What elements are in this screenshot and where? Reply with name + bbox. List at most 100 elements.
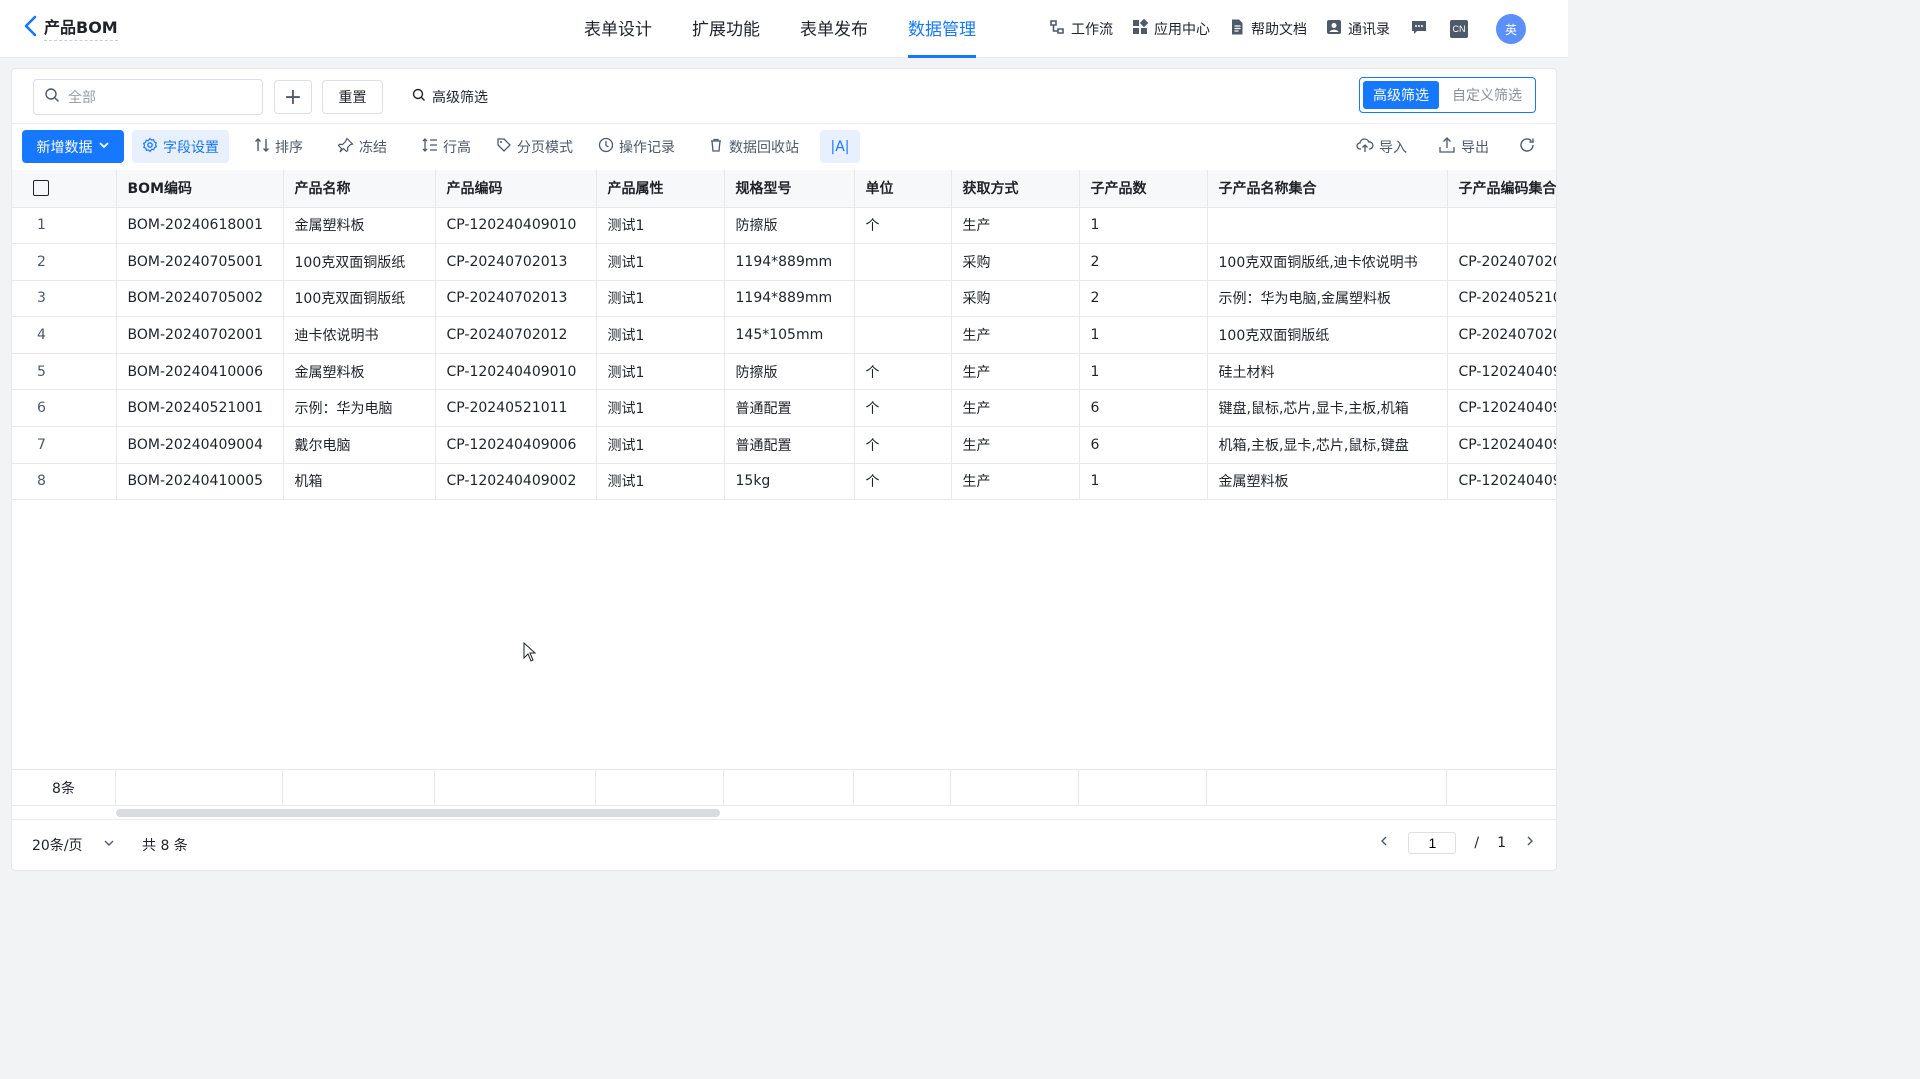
table-cell[interactable]: 机箱 [283, 463, 436, 501]
table-cell[interactable]: 迪卡侬说明书 [283, 316, 436, 354]
table-cell[interactable]: 金属塑料板 [1207, 463, 1448, 501]
search-input[interactable] [68, 89, 238, 105]
operation-log-button[interactable]: 操作记录 [588, 130, 685, 163]
table-cell[interactable]: 防擦版 [724, 207, 855, 245]
table-cell[interactable]: 生产 [951, 353, 1080, 391]
table-cell[interactable]: 6 [1079, 389, 1208, 428]
add-filter-button[interactable]: + [274, 80, 312, 114]
table-cell[interactable]: 测试1 [596, 207, 725, 245]
row-index[interactable]: 8 [12, 463, 117, 501]
row-index[interactable]: 2 [12, 243, 117, 281]
table-cell[interactable]: 示例：华为电脑,金属塑料板 [1207, 280, 1448, 318]
table-cell[interactable]: 100克双面铜版纸,迪卡侬说明书 [1207, 243, 1448, 281]
table-cell[interactable]: 1 [1079, 353, 1208, 391]
table-cell[interactable]: BOM-20240410006 [116, 353, 284, 391]
table-cell[interactable]: BOM-20240618001 [116, 207, 284, 245]
table-cell[interactable] [854, 316, 952, 354]
table-cell[interactable]: CP-20240521011 [435, 389, 597, 428]
table-cell[interactable]: 测试1 [596, 316, 725, 354]
table-cell[interactable]: 生产 [951, 207, 1080, 245]
table-cell[interactable]: 测试1 [596, 353, 725, 391]
tab-form-design[interactable]: 表单设计 [564, 0, 672, 58]
table-cell[interactable]: 防擦版 [724, 353, 855, 391]
table-cell[interactable]: 测试1 [596, 426, 725, 464]
export-button[interactable]: 导出 [1438, 130, 1489, 163]
row-height-button[interactable]: 行高 [412, 130, 481, 163]
table-cell[interactable]: CP-120240409010 [435, 353, 597, 391]
table-cell[interactable]: 6 [1079, 426, 1208, 464]
table-cell[interactable]: CP-20240702013 [435, 243, 597, 281]
row-index[interactable]: 7 [12, 426, 117, 464]
table-cell[interactable]: 测试1 [596, 463, 725, 501]
import-button[interactable]: 导入 [1356, 130, 1407, 163]
table-row[interactable]: 3 BOM-20240705002 100克双面铜版纸 CP-20240702013 测… [12, 280, 1556, 318]
table-cell[interactable]: BOM-20240521001 [116, 389, 284, 428]
table-cell[interactable]: 示例：华为电脑 [283, 389, 436, 428]
row-index[interactable]: 3 [12, 280, 117, 318]
table-cell[interactable]: BOM-20240705002 [116, 280, 284, 318]
table-cell[interactable]: 机箱,主板,显卡,芯片,鼠标,键盘 [1207, 426, 1448, 464]
table-cell[interactable]: 普通配置 [724, 389, 855, 428]
table-cell[interactable]: 生产 [951, 463, 1080, 501]
column-header[interactable]: 产品编码 [435, 170, 597, 208]
table-cell[interactable]: BOM-20240702001 [116, 316, 284, 354]
table-cell[interactable]: 1194*889mm [724, 280, 855, 318]
contacts-link[interactable]: 通讯录 [1325, 18, 1390, 40]
table-row[interactable]: 8 BOM-20240410005 机箱 CP-120240409002 测试1 15kg… [12, 463, 1556, 501]
auto-fit-button[interactable]: |A| [820, 130, 860, 163]
table-cell[interactable]: CP-120240409001 [1447, 389, 1556, 428]
table-cell[interactable] [854, 280, 952, 318]
mode-custom-filter[interactable]: 自定义筛选 [1442, 81, 1532, 109]
table-row[interactable]: 1 BOM-20240618001 金属塑料板 CP-120240409010 测试1 防… [12, 207, 1556, 245]
horizontal-scrollbar[interactable] [116, 809, 720, 817]
column-header[interactable]: 子产品名称集合 [1207, 170, 1448, 208]
table-cell[interactable]: CP-120240409011 [1447, 353, 1556, 391]
row-index[interactable]: 5 [12, 353, 117, 391]
table-cell[interactable]: 普通配置 [724, 426, 855, 464]
column-header[interactable]: 规格型号 [724, 170, 855, 208]
table-cell[interactable]: 金属塑料板 [283, 207, 436, 245]
table-cell[interactable]: 100克双面铜版纸 [283, 280, 436, 318]
table-cell[interactable]: 生产 [951, 426, 1080, 464]
next-page-button[interactable] [1524, 835, 1536, 851]
table-cell[interactable]: 金属塑料板 [283, 353, 436, 391]
table-cell[interactable]: CP-120240409002 [1447, 426, 1556, 464]
table-cell[interactable]: CP-20240521011 [1447, 280, 1556, 318]
tab-form-publish[interactable]: 表单发布 [780, 0, 888, 58]
row-index[interactable]: 1 [12, 207, 117, 245]
row-index[interactable]: 6 [12, 389, 117, 428]
table-row[interactable]: 4 BOM-20240702001 迪卡侬说明书 CP-20240702012 测试1 1… [12, 316, 1556, 354]
table-cell[interactable]: CP-20240702013 [435, 280, 597, 318]
select-all-checkbox[interactable] [33, 180, 49, 197]
table-cell[interactable]: CP-120240409002 [435, 463, 597, 501]
table-cell[interactable]: 测试1 [596, 280, 725, 318]
freeze-button[interactable]: 冻结 [328, 130, 397, 163]
table-cell[interactable]: 测试1 [596, 389, 725, 428]
prev-page-button[interactable] [1378, 835, 1390, 851]
message-button[interactable] [1408, 18, 1430, 40]
table-cell[interactable]: 15kg [724, 463, 855, 501]
language-button[interactable]: CN [1448, 18, 1470, 40]
help-docs-link[interactable]: 帮助文档 [1228, 18, 1307, 40]
table-cell[interactable]: 个 [854, 426, 952, 464]
sort-button[interactable]: 排序 [244, 130, 313, 163]
table-cell[interactable]: 生产 [951, 316, 1080, 354]
table-cell[interactable]: BOM-20240410005 [116, 463, 284, 501]
search-box[interactable] [33, 79, 263, 115]
add-data-button[interactable]: 新增数据 [22, 130, 124, 163]
table-cell[interactable]: BOM-20240409004 [116, 426, 284, 464]
field-settings-button[interactable]: 字段设置 [132, 130, 229, 163]
table-cell[interactable]: 1 [1079, 207, 1208, 245]
table-cell[interactable] [854, 243, 952, 281]
table-cell[interactable]: 1194*889mm [724, 243, 855, 281]
table-cell[interactable]: 采购 [951, 243, 1080, 281]
table-cell[interactable]: 2 [1079, 243, 1208, 281]
page-number-input[interactable] [1408, 832, 1457, 854]
table-row[interactable]: 6 BOM-20240521001 示例：华为电脑 CP-20240521011 测试1… [12, 389, 1556, 428]
table-cell[interactable]: CP-20240702012 [435, 316, 597, 354]
table-cell[interactable]: 个 [854, 463, 952, 501]
column-header[interactable]: 单位 [854, 170, 952, 208]
table-cell[interactable]: CP-120240409006 [435, 426, 597, 464]
column-header[interactable]: 产品属性 [596, 170, 725, 208]
refresh-button[interactable] [1518, 130, 1536, 163]
